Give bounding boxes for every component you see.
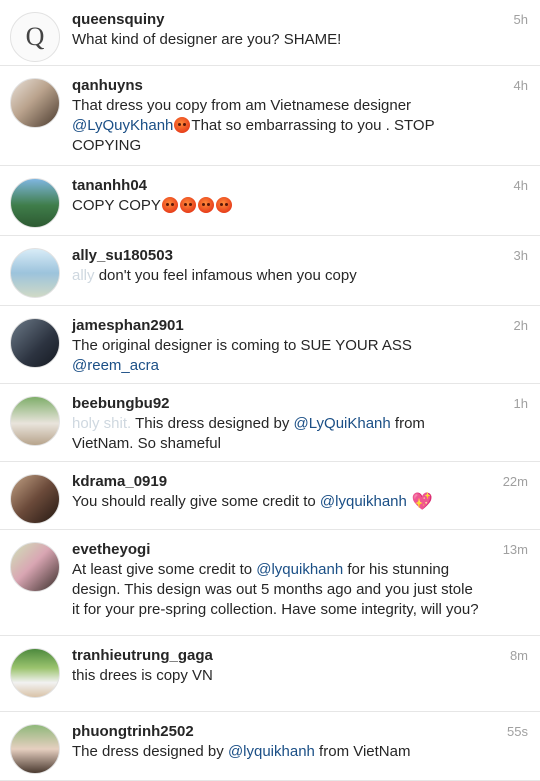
username[interactable]: evetheyogi bbox=[72, 540, 480, 560]
comment-text: The dress designed by @lyquikhanh from V… bbox=[72, 742, 480, 762]
timestamp: 2h bbox=[513, 318, 528, 333]
comment-row: qanhuyns That dress you copy from am Viet… bbox=[0, 66, 540, 166]
comment-row: ally_su180503 ally don't you feel infamou… bbox=[0, 236, 540, 306]
avatar[interactable] bbox=[10, 542, 60, 592]
username[interactable]: ally_su180503 bbox=[72, 246, 480, 266]
comment-feed: Qqueensquiny What kind of designer are yo… bbox=[0, 0, 540, 781]
comment-row: Qqueensquiny What kind of designer are yo… bbox=[0, 0, 540, 66]
comment-body: jamesphan2901 The original designer is co… bbox=[72, 316, 526, 376]
comment-text-segment: COPY COPY bbox=[72, 197, 161, 214]
angry-face-emoji bbox=[179, 197, 196, 213]
comment-text-segment: from VietNam bbox=[314, 743, 411, 760]
timestamp: 13m bbox=[502, 542, 528, 557]
avatar[interactable] bbox=[10, 396, 60, 446]
angry-face-emoji bbox=[215, 197, 232, 213]
mention-link[interactable]: @reem_acra bbox=[72, 357, 159, 374]
comment-row: kdrama_0919 You should really give some c… bbox=[0, 462, 540, 530]
mention-link[interactable]: @lyquikhanh bbox=[256, 561, 343, 578]
avatar[interactable] bbox=[10, 474, 60, 524]
comment-row: jamesphan2901 The original designer is co… bbox=[0, 306, 540, 384]
comment-body: tananhh04 COPY COPY bbox=[72, 176, 526, 216]
comment-text: ally don't you feel infamous when you co… bbox=[72, 266, 480, 286]
comment-row: tranhieutrung_gaga this drees is copy VN 8… bbox=[0, 636, 540, 712]
comment-text: That dress you copy from am Vietnamese d… bbox=[72, 96, 480, 156]
comment-row: evetheyogi At least give some credit to @… bbox=[0, 530, 540, 636]
comment-text-segment: this drees is copy VN bbox=[72, 667, 213, 684]
comment-text-segment: don't you feel infamous when you copy bbox=[98, 267, 357, 284]
angry-face-emoji bbox=[197, 197, 214, 213]
timestamp: 1h bbox=[513, 396, 528, 411]
comment-text: holy shit. This dress designed by @LyQui… bbox=[72, 414, 480, 454]
username[interactable]: jamesphan2901 bbox=[72, 316, 480, 336]
comment-row: phuongtrinh2502 The dress designed by @ly… bbox=[0, 712, 540, 781]
username[interactable]: tranhieutrung_gaga bbox=[72, 646, 480, 666]
timestamp: 3h bbox=[513, 248, 528, 263]
comment-text: What kind of designer are you? SHAME! bbox=[72, 30, 480, 50]
mention-link[interactable]: @lyquikhanh bbox=[228, 743, 315, 760]
comment-text: COPY COPY bbox=[72, 196, 480, 216]
mention-link[interactable]: @lyquikhanh bbox=[320, 493, 407, 510]
comment-text: The original designer is coming to SUE Y… bbox=[72, 336, 480, 376]
mention-link[interactable]: @LyQuyKhanh bbox=[72, 117, 173, 134]
comment-body: phuongtrinh2502 The dress designed by @ly… bbox=[72, 722, 526, 762]
avatar[interactable] bbox=[10, 178, 60, 228]
comment-text-segment: That dress you copy from am Vietnamese d… bbox=[72, 97, 412, 114]
comment-body: evetheyogi At least give some credit to @… bbox=[72, 540, 526, 620]
avatar[interactable] bbox=[10, 248, 60, 298]
comment-text: You should really give some credit to @l… bbox=[72, 492, 480, 512]
comment-text: At least give some credit to @lyquikhanh… bbox=[72, 560, 480, 620]
timestamp: 55s bbox=[507, 724, 528, 739]
comment-row: tananhh04 COPY COPY 4h bbox=[0, 166, 540, 236]
comment-text-segment: What kind of designer are you? SHAME! bbox=[72, 31, 342, 48]
avatar[interactable] bbox=[10, 78, 60, 128]
mention-link[interactable]: @LyQuiKhanh bbox=[294, 415, 391, 432]
comment-text-segment: This dress designed by bbox=[135, 415, 294, 432]
avatar[interactable] bbox=[10, 724, 60, 774]
timestamp: 4h bbox=[513, 178, 528, 193]
comment-text-segment: The dress designed by bbox=[72, 743, 228, 760]
faded-text: holy shit. bbox=[72, 415, 136, 432]
comment-body: kdrama_0919 You should really give some c… bbox=[72, 472, 526, 512]
comment-text: this drees is copy VN bbox=[72, 666, 480, 686]
comment-body: qanhuyns That dress you copy from am Viet… bbox=[72, 76, 526, 156]
avatar[interactable]: Q bbox=[10, 12, 60, 62]
timestamp: 5h bbox=[513, 12, 528, 27]
comment-text-segment: You should really give some credit to bbox=[72, 493, 320, 510]
timestamp: 8m bbox=[509, 648, 528, 663]
faded-text: ally bbox=[72, 267, 99, 284]
username[interactable]: kdrama_0919 bbox=[72, 472, 480, 492]
timestamp: 22m bbox=[502, 474, 528, 489]
sparkling-heart-icon: 💖 bbox=[406, 492, 433, 511]
comment-body: ally_su180503 ally don't you feel infamou… bbox=[72, 246, 526, 286]
avatar[interactable] bbox=[10, 648, 60, 698]
comment-text-segment: At least give some credit to bbox=[72, 561, 257, 578]
username[interactable]: qanhuyns bbox=[72, 76, 480, 96]
comment-body: tranhieutrung_gaga this drees is copy VN bbox=[72, 646, 526, 686]
username[interactable]: tananhh04 bbox=[72, 176, 480, 196]
comment-body: queensquiny What kind of designer are you… bbox=[72, 10, 526, 50]
angry-face-emoji bbox=[174, 117, 191, 133]
comment-body: beebungbu92 holy shit. This dress designe… bbox=[72, 394, 526, 454]
angry-face-emoji bbox=[161, 197, 178, 213]
comment-text-segment: The original designer is coming to SUE Y… bbox=[72, 337, 412, 354]
username[interactable]: phuongtrinh2502 bbox=[72, 722, 480, 742]
username[interactable]: queensquiny bbox=[72, 10, 480, 30]
timestamp: 4h bbox=[513, 78, 528, 93]
username[interactable]: beebungbu92 bbox=[72, 394, 480, 414]
avatar[interactable] bbox=[10, 318, 60, 368]
comment-row: beebungbu92 holy shit. This dress designe… bbox=[0, 384, 540, 462]
